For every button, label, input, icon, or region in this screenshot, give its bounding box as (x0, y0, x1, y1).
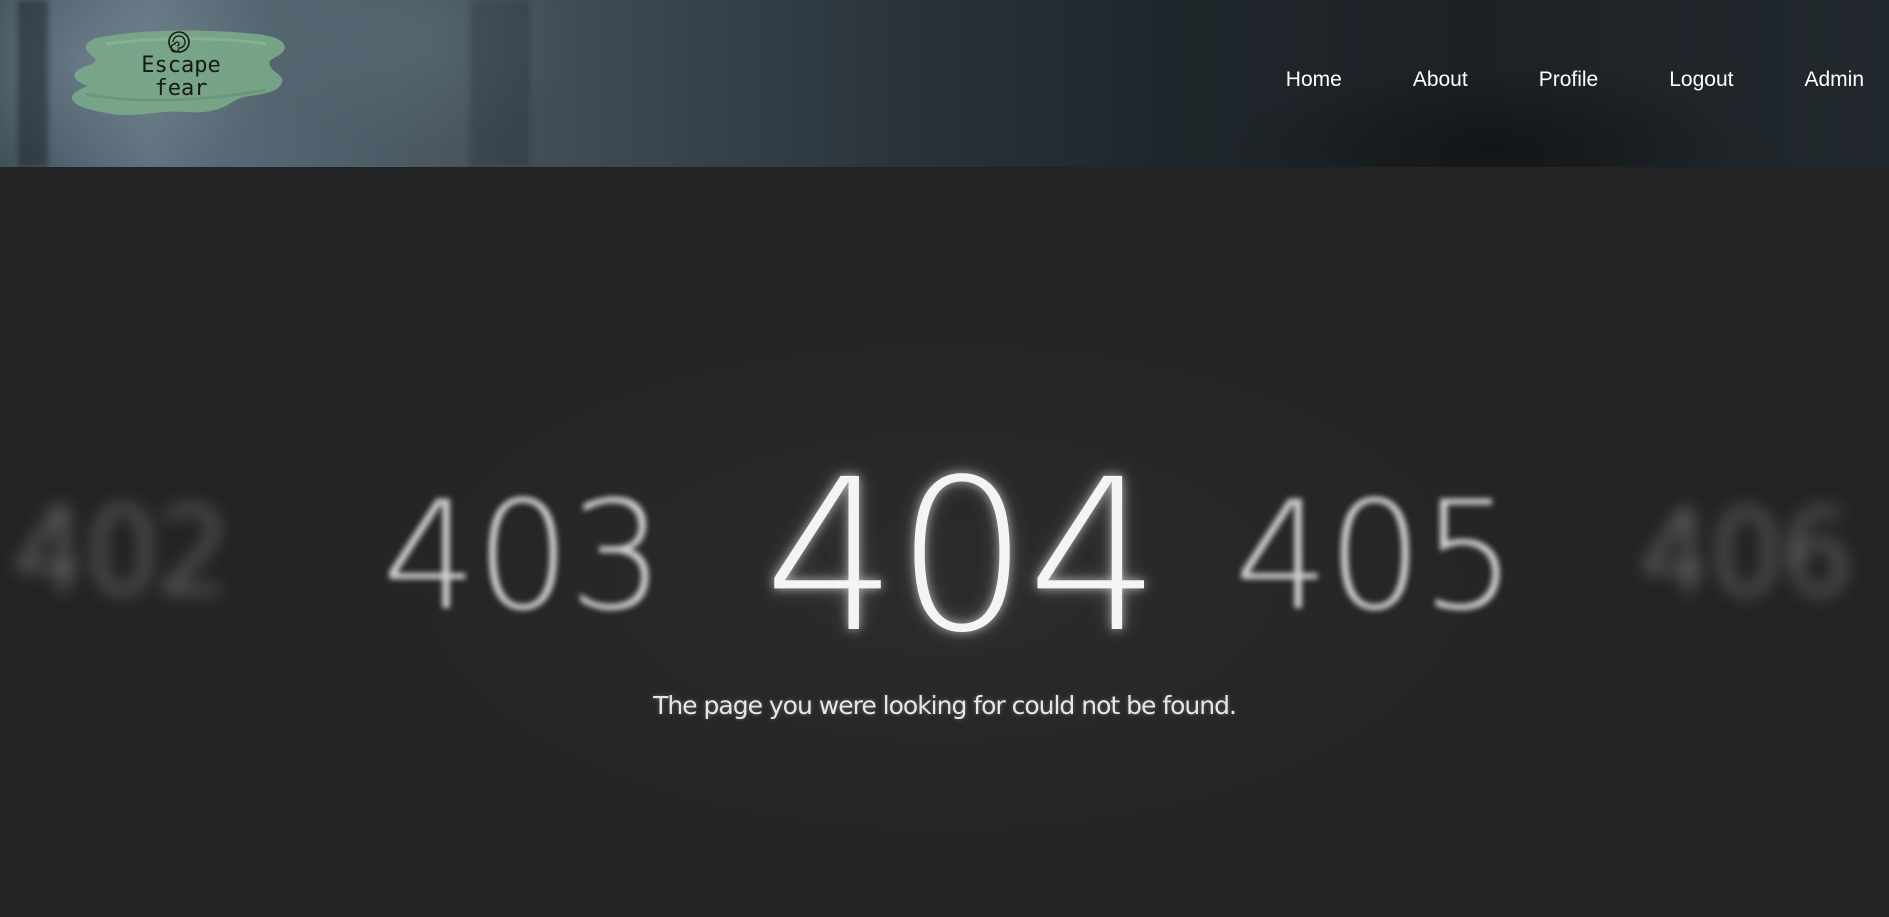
error-message: The page you were looking for could not … (653, 691, 1237, 720)
tree-trunk (18, 0, 48, 167)
logo-line-2: fear (154, 76, 208, 101)
error-section: 402 403 404 405 406 The page you were lo… (0, 167, 1889, 917)
error-code-404: 404 (764, 434, 1161, 679)
logo-text: Escape fear (66, 54, 296, 100)
main-nav: Home About Profile Logout Admin (1286, 64, 1864, 96)
error-code-402: 402 (14, 485, 231, 620)
tree-trunk (470, 0, 530, 167)
site-header: Escape fear Home About Profile Logout Ad… (0, 0, 1889, 167)
spiral-emblem-icon (168, 31, 190, 53)
nav-profile-link[interactable]: Profile (1468, 64, 1599, 96)
nav-about-link[interactable]: About (1342, 64, 1468, 96)
error-code-406: 406 (1640, 487, 1854, 620)
error-code-403: 403 (382, 470, 664, 644)
logo-line-1: Escape (141, 53, 221, 78)
error-code-405: 405 (1234, 470, 1516, 644)
nav-logout-link[interactable]: Logout (1598, 64, 1733, 96)
nav-admin-link[interactable]: Admin (1733, 64, 1864, 96)
site-logo[interactable]: Escape fear (66, 24, 296, 134)
nav-home-link[interactable]: Home (1286, 64, 1342, 96)
